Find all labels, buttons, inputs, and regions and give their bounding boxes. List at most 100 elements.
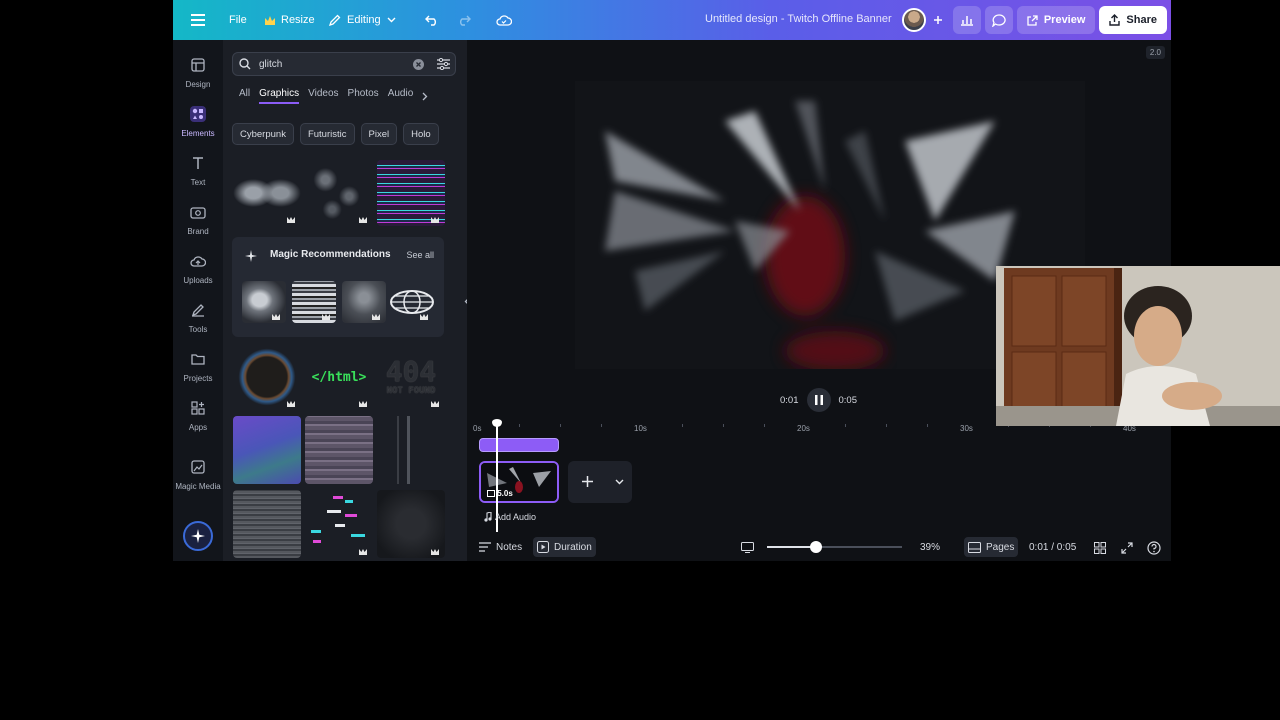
- menu-button[interactable]: [187, 6, 209, 34]
- recommendation-thumbnail[interactable]: [342, 281, 386, 323]
- comment-icon: [991, 13, 1006, 27]
- rail-item-magic-media[interactable]: Magic Media: [173, 457, 223, 491]
- pause-icon: [814, 395, 823, 405]
- user-avatar[interactable]: [902, 8, 926, 32]
- ruler-tick: [682, 424, 683, 427]
- graphic-thumbnail[interactable]: 404 NOT FOUND: [377, 344, 445, 410]
- tab-graphics[interactable]: Graphics: [259, 88, 300, 104]
- recommendation-thumbnail[interactable]: [292, 281, 336, 323]
- search-input[interactable]: [259, 58, 399, 70]
- zoom-percent[interactable]: 39%: [920, 542, 940, 553]
- folder-icon: [173, 349, 223, 369]
- suggestion-chips: Cyberpunk Futuristic Pixel Holo: [232, 123, 439, 145]
- add-audio-button[interactable]: Add Audio: [484, 512, 536, 522]
- file-menu-button[interactable]: File: [221, 6, 255, 34]
- graphic-thumbnail[interactable]: [377, 160, 445, 226]
- graphic-thumbnail[interactable]: [233, 416, 301, 484]
- expand-arrow-icon: [1027, 14, 1038, 26]
- graphic-thumbnail[interactable]: [377, 416, 445, 484]
- add-collaborator-button[interactable]: [929, 6, 947, 34]
- insights-button[interactable]: [952, 6, 981, 34]
- tab-all[interactable]: All: [239, 88, 250, 104]
- rail-item-projects[interactable]: Projects: [173, 349, 223, 383]
- pause-button[interactable]: [806, 388, 831, 412]
- chip-pixel[interactable]: Pixel: [360, 123, 398, 145]
- undo-button[interactable]: [417, 6, 447, 34]
- pages-icon: [968, 541, 981, 553]
- tab-audio[interactable]: Audio: [388, 88, 414, 104]
- graphic-thumbnail[interactable]: [305, 490, 373, 558]
- crown-icon: [287, 401, 295, 407]
- crown-icon: [372, 314, 380, 320]
- design-icon: [173, 55, 223, 75]
- graphic-thumbnail[interactable]: [377, 490, 445, 558]
- ruler-tick: [560, 424, 561, 427]
- design-title[interactable]: Untitled design - Twitch Offline Banner: [705, 13, 892, 25]
- ruler-tick: [519, 424, 520, 427]
- plus-icon: [933, 15, 943, 25]
- graphic-thumbnail[interactable]: [233, 490, 301, 558]
- graphic-thumbnail[interactable]: [305, 416, 373, 484]
- rail-label-magic-media: Magic Media: [175, 482, 221, 491]
- rail-item-elements[interactable]: Elements: [173, 104, 223, 138]
- chip-cyberpunk[interactable]: Cyberpunk: [232, 123, 294, 145]
- add-page-chevron-down-icon[interactable]: [615, 479, 624, 485]
- rail-item-brand[interactable]: Brand: [173, 202, 223, 236]
- cloud-save-button[interactable]: [488, 6, 520, 34]
- ruler-tick: [927, 424, 928, 427]
- filter-icon[interactable]: [437, 58, 450, 70]
- clip-duration: 5.0s: [487, 489, 513, 498]
- crown-icon: [287, 217, 295, 223]
- see-all-link[interactable]: See all: [406, 250, 434, 260]
- graphic-thumbnail[interactable]: </html>: [305, 344, 373, 410]
- animation-track-clip[interactable]: [479, 438, 559, 452]
- rail-item-uploads[interactable]: Uploads: [173, 251, 223, 285]
- redo-button[interactable]: [449, 6, 479, 34]
- notes-button[interactable]: Notes: [475, 537, 526, 557]
- preview-button[interactable]: Preview: [1016, 6, 1096, 34]
- grid-view-icon[interactable]: [1094, 542, 1106, 554]
- crown-icon: [272, 314, 280, 320]
- chevron-right-icon[interactable]: [422, 88, 428, 104]
- not-found-number: 404: [385, 355, 437, 388]
- crown-icon: [431, 401, 439, 407]
- tab-photos[interactable]: Photos: [348, 88, 379, 104]
- pages-button[interactable]: Pages: [964, 537, 1019, 557]
- help-icon[interactable]: [1147, 541, 1161, 555]
- magic-assistant-button[interactable]: [183, 521, 213, 551]
- rail-item-tools[interactable]: Tools: [173, 300, 223, 334]
- chip-holo[interactable]: Holo: [403, 123, 439, 145]
- rail-item-apps[interactable]: Apps: [173, 398, 223, 432]
- zoom-slider[interactable]: [767, 541, 902, 553]
- sparkle-icon: [191, 529, 205, 543]
- duration-button[interactable]: Duration: [533, 537, 596, 557]
- rail-label-uploads: Uploads: [183, 276, 213, 285]
- bar-chart-icon: [960, 14, 974, 26]
- crown-icon: [359, 217, 367, 223]
- graphic-thumbnail[interactable]: [233, 160, 301, 226]
- rail-item-design[interactable]: Design: [173, 55, 223, 89]
- recommendation-thumbnail[interactable]: [242, 281, 286, 323]
- rail-item-text[interactable]: Text: [173, 153, 223, 187]
- resize-button[interactable]: Resize: [257, 6, 323, 34]
- magic-media-icon: [173, 457, 223, 477]
- resize-label: Resize: [281, 14, 315, 26]
- graphic-thumbnail[interactable]: [233, 344, 301, 410]
- graphic-thumbnail[interactable]: [305, 160, 373, 226]
- monitor-icon[interactable]: [741, 542, 754, 553]
- editing-mode-dropdown[interactable]: Editing: [321, 6, 404, 34]
- add-page-plus-icon[interactable]: [582, 476, 593, 487]
- tab-videos[interactable]: Videos: [308, 88, 338, 104]
- recommendation-thumbnail[interactable]: [390, 281, 434, 323]
- comments-button[interactable]: [984, 6, 1013, 34]
- top-right-actions: Preview Share: [952, 6, 1171, 34]
- fullscreen-icon[interactable]: [1121, 542, 1133, 554]
- crown-icon: [431, 549, 439, 555]
- share-button[interactable]: Share: [1099, 6, 1167, 34]
- tick-label-10s: 10s: [634, 424, 647, 433]
- clear-search-icon[interactable]: [413, 59, 424, 70]
- zoom-slider-handle[interactable]: [809, 541, 822, 553]
- chip-futuristic[interactable]: Futuristic: [299, 123, 355, 145]
- pencil-icon: [329, 14, 341, 26]
- page-clip[interactable]: 5.0s: [479, 461, 559, 503]
